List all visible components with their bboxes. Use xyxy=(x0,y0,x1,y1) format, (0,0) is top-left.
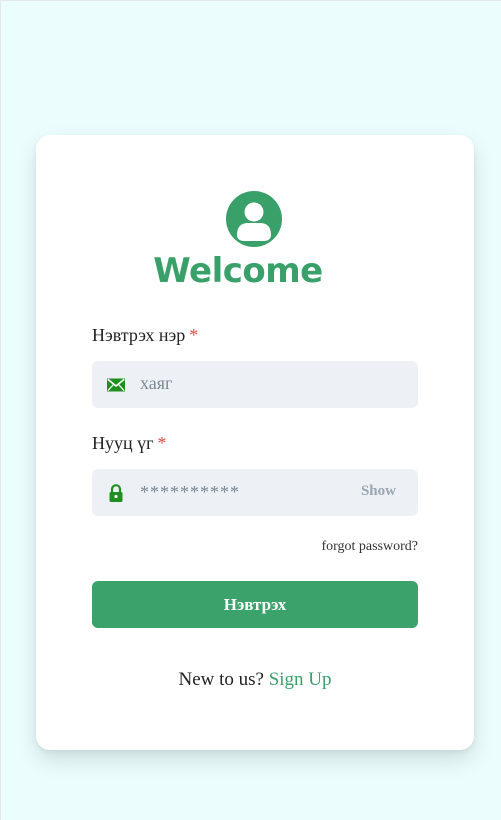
page-title: Welcome xyxy=(153,251,323,291)
mail-icon xyxy=(107,378,125,392)
username-field[interactable]: хаяг xyxy=(92,361,418,408)
username-label: Нэвтрэх нэр * xyxy=(92,325,198,346)
username-input[interactable]: хаяг xyxy=(140,373,172,394)
password-label: Нууц үг * xyxy=(92,433,167,454)
password-input[interactable]: ********** xyxy=(140,482,240,503)
username-label-text: Нэвтрэх нэр xyxy=(92,325,186,345)
user-avatar-icon xyxy=(226,191,282,247)
required-marker: * xyxy=(157,433,167,453)
show-password-button[interactable]: Show xyxy=(361,483,396,500)
login-card: Welcome Нэвтрэх нэр * хаяг Нууц үг * *****… xyxy=(36,135,474,750)
password-field[interactable]: ********** Show xyxy=(92,469,418,516)
password-label-text: Нууц үг xyxy=(92,433,154,453)
signup-prompt-text: New to us? xyxy=(178,669,264,690)
login-button[interactable]: Нэвтрэх xyxy=(92,581,418,628)
forgot-password-link[interactable]: forgot password? xyxy=(321,539,418,555)
signup-link[interactable]: Sign Up xyxy=(269,669,332,690)
lock-icon xyxy=(109,484,123,502)
required-marker: * xyxy=(189,325,199,345)
signup-prompt: New to us? Sign Up xyxy=(36,669,474,691)
